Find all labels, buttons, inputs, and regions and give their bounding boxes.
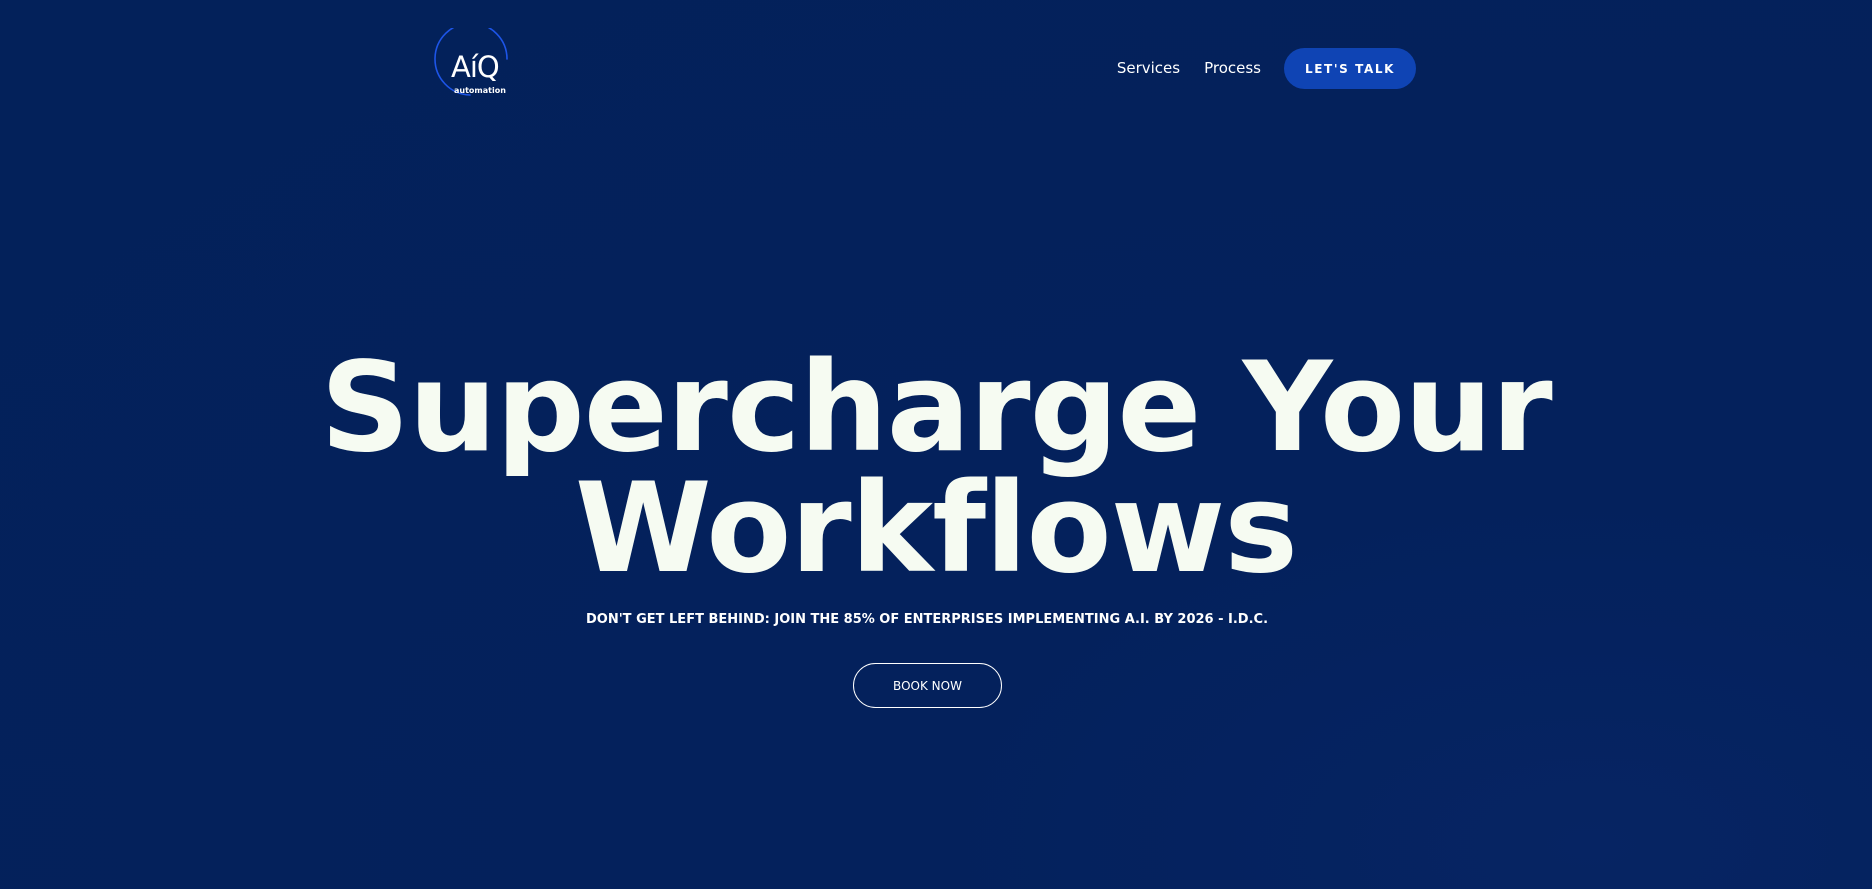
nav-process-link[interactable]: Process: [1204, 48, 1261, 89]
landing-page: AíQ automation Services Process LET'S TA…: [0, 0, 1872, 889]
hero-subtitle: DON'T GET LEFT BEHIND: JOIN THE 85% OF E…: [585, 612, 1269, 627]
hero-title: Supercharge Your Workflows: [0, 336, 1872, 601]
logo[interactable]: AíQ automation: [434, 28, 514, 100]
logo-wordmark: AíQ: [451, 50, 500, 84]
nav-services-link[interactable]: Services: [1117, 48, 1180, 89]
hero-title-line-1: Supercharge Your: [320, 336, 1552, 480]
lets-talk-button[interactable]: LET'S TALK: [1284, 48, 1416, 89]
book-now-button[interactable]: BOOK NOW: [853, 663, 1002, 708]
hero-title-line-2: Workflows: [574, 457, 1298, 601]
logo-subtitle: automation: [454, 86, 506, 95]
main-nav: Services Process LET'S TALK: [1117, 48, 1416, 89]
